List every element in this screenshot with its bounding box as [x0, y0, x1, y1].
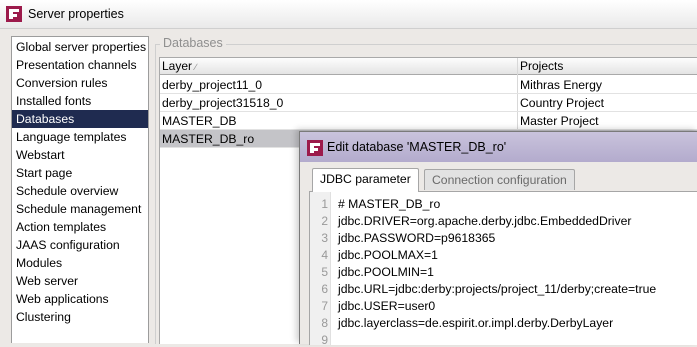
table-cell-projects: Mithras Energy	[520, 78, 602, 92]
line-number: 1	[321, 197, 328, 211]
code-line[interactable]: jdbc.POOLMAX=1	[338, 248, 438, 262]
table-cell-projects: Master Project	[520, 114, 599, 128]
sidebar-item-web-server[interactable]: Web server	[13, 272, 147, 290]
server-properties-window: Server properties Global server properti…	[0, 0, 697, 347]
sidebar-item-schedule-overview[interactable]: Schedule overview	[13, 182, 147, 200]
line-number: 3	[321, 231, 328, 245]
code-line[interactable]: jdbc.POOLMIN=1	[338, 265, 434, 279]
jdbc-parameter-editor[interactable]: 1 # MASTER_DB_ro 2 jdbc.DRIVER=org.apach…	[309, 191, 697, 347]
firstspirit-logo-icon	[307, 140, 323, 156]
tab-jdbc-parameter[interactable]: JDBC parameter	[312, 168, 419, 192]
table-row[interactable]: derby_project31518_0 Country Project	[160, 94, 697, 112]
table-cell-layer: derby_project11_0	[162, 78, 263, 92]
dialog-title: Edit database 'MASTER_DB_ro'	[327, 140, 507, 154]
sidebar-item-web-applications[interactable]: Web applications	[13, 290, 147, 308]
code-line[interactable]: jdbc.layerclass=de.espirit.or.impl.derby…	[338, 316, 613, 330]
firstspirit-logo-icon	[6, 6, 22, 22]
code-line[interactable]: jdbc.DRIVER=org.apache.derby.jdbc.Embedd…	[338, 214, 631, 228]
sidebar-item-language-templates[interactable]: Language templates	[13, 128, 147, 146]
code-line[interactable]: jdbc.URL=jdbc:derby:projects/project_11/…	[338, 282, 656, 296]
sidebar-item-conversion-rules[interactable]: Conversion rules	[13, 74, 147, 92]
code-line[interactable]: jdbc.PASSWORD=p9618365	[338, 231, 495, 245]
line-number: 2	[321, 214, 328, 228]
sidebar-item-start-page[interactable]: Start page	[13, 164, 147, 182]
window-title: Server properties	[28, 7, 124, 21]
sidebar-item-modules[interactable]: Modules	[13, 254, 147, 272]
tab-connection-configuration[interactable]: Connection configuration	[424, 169, 575, 190]
sidebar-item-webstart[interactable]: Webstart	[13, 146, 147, 164]
line-number: 4	[321, 248, 328, 262]
line-number: 6	[321, 282, 328, 296]
code-line[interactable]: # MASTER_DB_ro	[338, 197, 440, 211]
line-number: 9	[321, 333, 328, 347]
sidebar-item-jaas-configuration[interactable]: JAAS configuration	[13, 236, 147, 254]
sidebar-nav: Global server properties Presentation ch…	[11, 36, 149, 343]
code-line[interactable]: jdbc.USER=user0	[338, 299, 435, 313]
sidebar-item-clustering[interactable]: Clustering	[13, 308, 147, 326]
table-cell-layer: MASTER_DB	[162, 114, 237, 128]
line-number: 8	[321, 316, 328, 330]
table-row[interactable]: MASTER_DB Master Project	[160, 112, 697, 130]
databases-group-legend: Databases	[160, 36, 226, 50]
edit-database-dialog: Edit database 'MASTER_DB_ro' JDBC parame…	[299, 131, 697, 347]
sort-ascending-icon: ∕	[195, 62, 197, 72]
dialog-titlebar[interactable]: Edit database 'MASTER_DB_ro'	[300, 132, 697, 162]
line-number: 7	[321, 299, 328, 313]
sidebar-item-global-server-properties[interactable]: Global server properties	[13, 38, 147, 56]
table-row[interactable]: derby_project11_0 Mithras Energy	[160, 76, 697, 94]
sidebar-item-presentation-channels[interactable]: Presentation channels	[13, 56, 147, 74]
table-cell-layer: derby_project31518_0	[162, 96, 284, 110]
window-titlebar[interactable]: Server properties	[0, 0, 697, 29]
column-header-layer[interactable]: Layer ∕	[160, 58, 518, 75]
sidebar-item-action-templates[interactable]: Action templates	[13, 218, 147, 236]
sidebar-item-databases[interactable]: Databases	[12, 110, 148, 128]
table-cell-projects: Country Project	[520, 96, 604, 110]
column-header-projects[interactable]: Projects	[518, 58, 697, 75]
sidebar-item-schedule-management[interactable]: Schedule management	[13, 200, 147, 218]
line-number: 5	[321, 265, 328, 279]
column-header-projects-label: Projects	[520, 59, 564, 73]
sidebar-item-installed-fonts[interactable]: Installed fonts	[13, 92, 147, 110]
column-header-layer-label: Layer	[162, 59, 193, 73]
